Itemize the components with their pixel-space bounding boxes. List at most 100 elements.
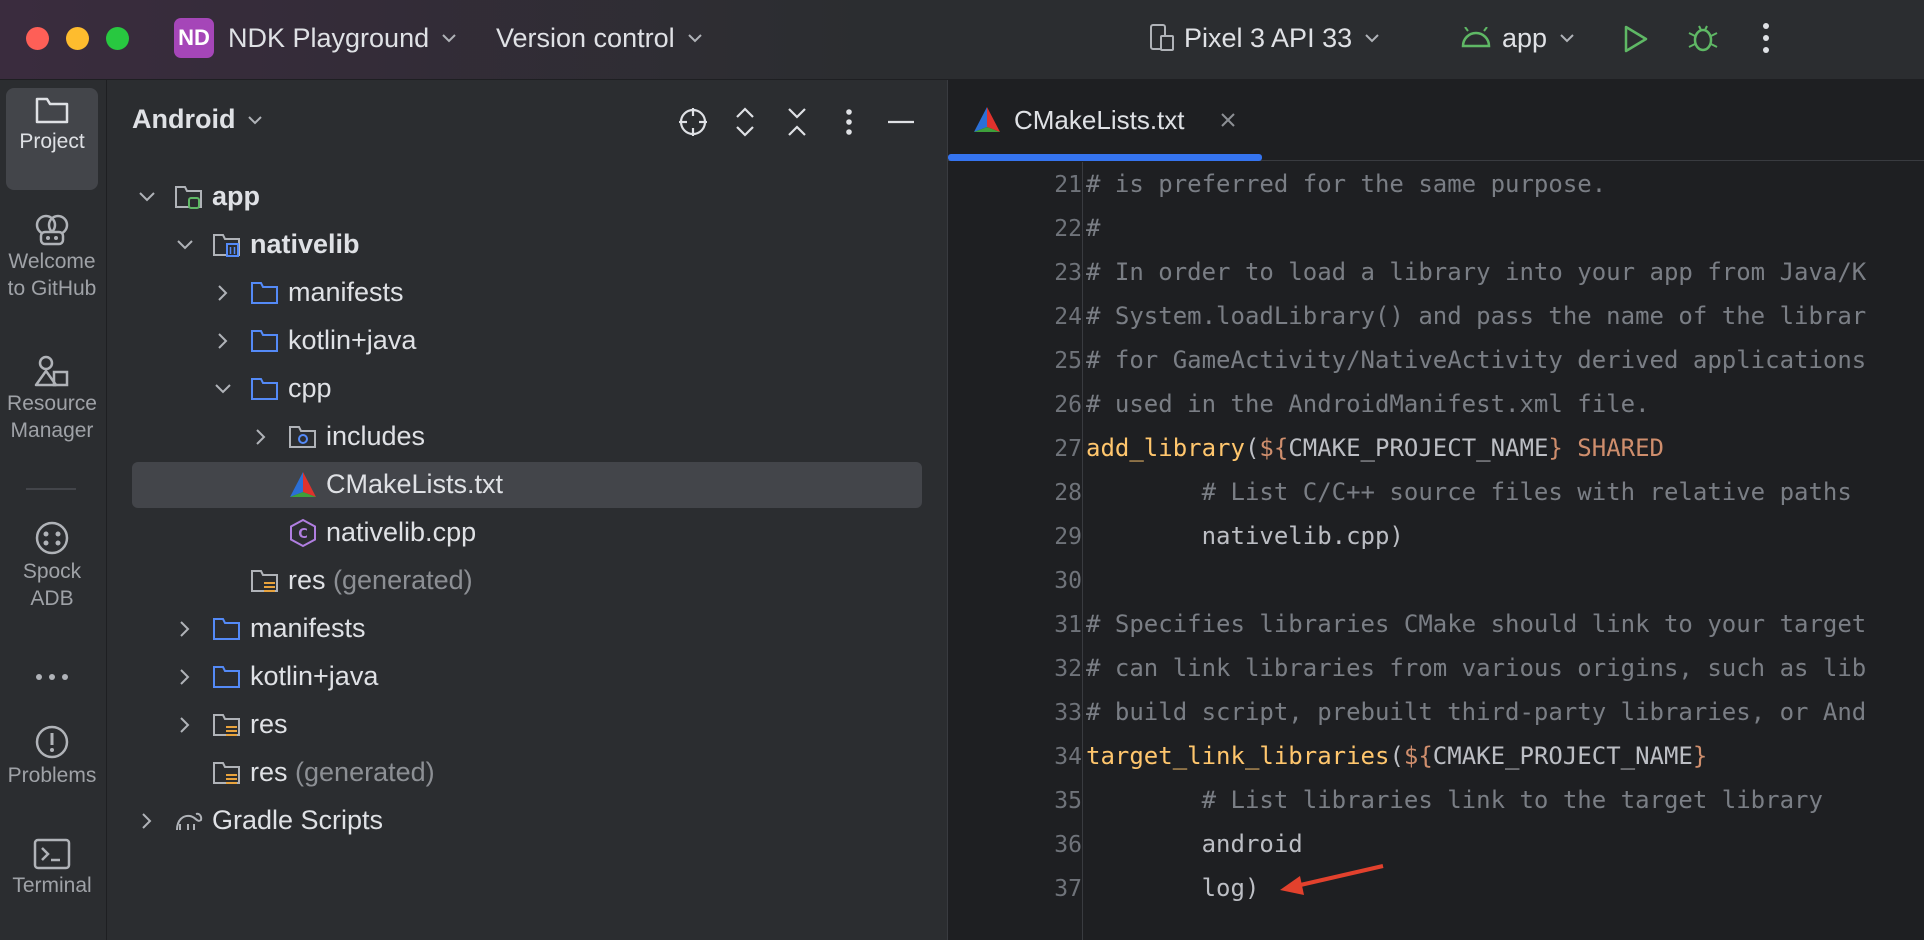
terminal-tool-button[interactable]: Terminal bbox=[6, 838, 98, 918]
tree-label: nativelib.cpp bbox=[326, 517, 477, 547]
tree-item-kotlin-java-app[interactable]: kotlin+java bbox=[132, 654, 922, 700]
tree-item-manifests[interactable]: manifests bbox=[132, 270, 922, 316]
tree-item-gradle-scripts[interactable]: Gradle Scripts bbox=[132, 798, 922, 844]
expand-all-button[interactable] bbox=[727, 104, 763, 140]
project-view-selector[interactable]: Android bbox=[132, 104, 263, 135]
line-number: 32 bbox=[1054, 656, 1082, 682]
terminal-tool-label: Terminal bbox=[12, 874, 92, 897]
editor-tab-bar: CMakeLists.txt bbox=[948, 80, 1924, 161]
run-configuration-selector[interactable]: app bbox=[1460, 18, 1575, 58]
code-editor: CMakeLists.txt 21 22 23 24 25 26 27 28 2… bbox=[947, 80, 1924, 940]
tree-item-manifests-app[interactable]: manifests bbox=[132, 606, 922, 652]
more-tool-windows-button[interactable] bbox=[6, 662, 98, 702]
line-number: 23 bbox=[1054, 260, 1082, 286]
chevron-down-icon bbox=[687, 34, 702, 43]
version-control-label: Version control bbox=[496, 22, 675, 53]
github-welcome-tool-button[interactable]: Welcome to GitHub bbox=[6, 212, 98, 312]
run-icon[interactable] bbox=[1622, 24, 1650, 54]
line-number: 30 bbox=[1054, 568, 1082, 594]
include-folder-icon bbox=[289, 426, 316, 448]
svg-text:C: C bbox=[298, 527, 308, 542]
close-window-button[interactable] bbox=[26, 27, 49, 50]
line-number: 25 bbox=[1054, 348, 1082, 374]
project-tool-window: Android app nativelib manifests kotlin+j… bbox=[107, 80, 947, 940]
tab-label: CMakeLists.txt bbox=[1014, 105, 1185, 135]
chevron-down-icon bbox=[139, 192, 155, 202]
panel-options-button[interactable] bbox=[831, 104, 867, 140]
device-selector[interactable]: Pixel 3 API 33 bbox=[1148, 18, 1380, 58]
line-number: 37 bbox=[1054, 876, 1082, 902]
collapse-all-button[interactable] bbox=[779, 104, 815, 140]
tree-label: manifests bbox=[288, 277, 404, 307]
chevron-down-icon bbox=[1365, 34, 1379, 43]
tree-label: res bbox=[250, 709, 288, 739]
gradle-icon bbox=[176, 812, 203, 831]
active-tab-indicator bbox=[948, 154, 1262, 161]
tree-label: includes bbox=[326, 421, 426, 451]
zoom-window-button[interactable] bbox=[106, 27, 129, 50]
line-number: 26 bbox=[1054, 392, 1082, 418]
device-icon bbox=[1150, 24, 1174, 51]
chevron-down-icon bbox=[177, 240, 193, 250]
locate-file-button[interactable] bbox=[675, 104, 711, 140]
tree-item-res-app[interactable]: res bbox=[132, 702, 922, 748]
tool-window-stripe: Project Welcome to GitHub Resource Manag… bbox=[0, 80, 107, 940]
hide-panel-button[interactable] bbox=[883, 104, 919, 140]
resource-folder-icon bbox=[251, 570, 278, 592]
tab-cmakelists[interactable]: CMakeLists.txt bbox=[948, 80, 1262, 161]
tree-item-res-generated-nativelib[interactable]: res (generated) bbox=[132, 558, 922, 604]
folder-icon bbox=[213, 666, 240, 688]
project-tool-button[interactable]: Project bbox=[6, 88, 98, 190]
spock-adb-tool-button[interactable]: Spock ADB bbox=[6, 520, 98, 620]
debug-icon[interactable] bbox=[1688, 22, 1718, 54]
line-number: 35 bbox=[1054, 788, 1082, 814]
tree-item-app[interactable]: app bbox=[132, 174, 922, 220]
project-selector[interactable]: ND NDK Playground bbox=[174, 18, 457, 58]
problems-tool-label: Problems bbox=[7, 764, 97, 787]
folder-icon bbox=[251, 378, 278, 400]
code-line: # used in the AndroidManifest.xml file. bbox=[1086, 390, 1650, 418]
code-area[interactable]: # is preferred for the same purpose. # #… bbox=[1086, 162, 1924, 940]
tree-item-nativelib-cpp[interactable]: C nativelib.cpp bbox=[132, 510, 922, 556]
line-number: 24 bbox=[1054, 304, 1082, 330]
github-copilot-icon bbox=[35, 214, 69, 246]
chevron-right-icon bbox=[218, 333, 228, 349]
problems-tool-button[interactable]: Problems bbox=[6, 724, 98, 804]
chevron-right-icon bbox=[218, 285, 228, 301]
version-control-menu[interactable]: Version control bbox=[496, 18, 703, 58]
line-number: 31 bbox=[1054, 612, 1082, 638]
tree-item-cmakelists[interactable]: CMakeLists.txt bbox=[132, 462, 922, 508]
run-config-label: app bbox=[1502, 22, 1548, 53]
spock-adb-tool-label: Spock ADB bbox=[22, 560, 82, 610]
expand-all-icon bbox=[736, 107, 754, 137]
more-actions-icon[interactable] bbox=[1760, 22, 1772, 54]
line-number: 22 bbox=[1054, 216, 1082, 242]
resource-folder-icon bbox=[213, 714, 240, 736]
resource-manager-tool-button[interactable]: Resource Manager bbox=[6, 354, 98, 454]
tree-label: CMakeLists.txt bbox=[326, 469, 504, 499]
tree-label: kotlin+java bbox=[250, 661, 379, 691]
minimize-window-button[interactable] bbox=[66, 27, 89, 50]
library-module-icon bbox=[213, 234, 240, 257]
code-line: # build script, prebuilt third-party lib… bbox=[1086, 698, 1867, 726]
gutter-separator bbox=[1082, 162, 1083, 940]
collapse-all-icon bbox=[788, 108, 806, 136]
spock-adb-icon bbox=[35, 521, 69, 555]
more-vertical-icon bbox=[846, 109, 852, 135]
resource-manager-tool-label: Resource Manager bbox=[7, 392, 97, 442]
chevron-right-icon bbox=[180, 717, 190, 733]
tree-item-cpp[interactable]: cpp bbox=[132, 366, 922, 412]
tree-label-suffix: (generated) bbox=[295, 757, 435, 787]
more-horizontal-icon bbox=[36, 674, 68, 680]
chevron-down-icon bbox=[1560, 34, 1574, 43]
tree-item-nativelib[interactable]: nativelib bbox=[132, 222, 922, 268]
tree-item-kotlin-java[interactable]: kotlin+java bbox=[132, 318, 922, 364]
tree-item-includes[interactable]: includes bbox=[132, 414, 922, 460]
crosshair-icon bbox=[679, 108, 707, 136]
tree-label: nativelib bbox=[250, 229, 360, 259]
close-tab-icon[interactable] bbox=[1219, 111, 1237, 129]
chevron-down-icon bbox=[215, 384, 231, 394]
tree-item-res-generated-app[interactable]: res (generated) bbox=[132, 750, 922, 796]
code-line: # System.loadLibrary() and pass the name… bbox=[1086, 302, 1867, 330]
android-icon bbox=[1461, 27, 1491, 48]
